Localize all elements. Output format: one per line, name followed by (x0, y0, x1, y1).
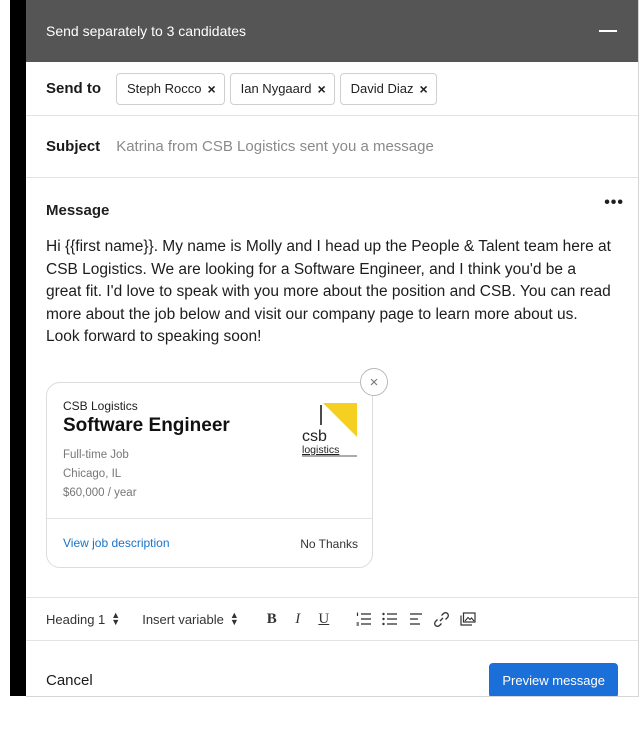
bullet-list-icon (382, 612, 397, 626)
cancel-button[interactable]: Cancel (46, 672, 93, 689)
align-left-button[interactable] (405, 608, 427, 630)
ordered-list-icon (356, 612, 371, 626)
bold-button[interactable]: B (261, 608, 283, 630)
link-icon (434, 611, 450, 627)
insert-variable-select[interactable]: Insert variable ▲ ▼ (142, 610, 239, 627)
dialog-title: Send separately to 3 candidates (46, 23, 247, 39)
underline-button[interactable]: U (313, 608, 335, 630)
dialog-header: Send separately to 3 candidates (26, 0, 638, 62)
window-edge (10, 0, 26, 696)
job-salary: $60,000 / year (63, 487, 137, 499)
company-logo: csb logistics (302, 403, 357, 457)
formatting-toolbar: Heading 1 ▲ ▼ Insert variable ▲ ▼ B I U (26, 597, 638, 641)
logo-text-bottom: logistics (302, 444, 339, 456)
preview-message-button[interactable]: Preview message (489, 662, 618, 696)
link-button[interactable] (431, 608, 453, 630)
job-type: Full-time Job (63, 449, 129, 461)
no-thanks-button[interactable]: No Thanks (300, 537, 358, 551)
remove-recipient-icon[interactable]: × (317, 81, 325, 97)
heading-select[interactable]: Heading 1 ▲ ▼ (46, 610, 121, 627)
job-card-divider (47, 518, 372, 519)
message-area: Message ••• Hi {{first name}}. My name i… (26, 178, 638, 597)
image-icon (460, 612, 476, 626)
view-job-description-link[interactable]: View job description (63, 536, 170, 550)
job-card: CSB Logistics Software Engineer Full-tim… (46, 382, 373, 568)
italic-button[interactable]: I (287, 608, 309, 630)
job-title: Software Engineer (63, 415, 230, 436)
insert-image-button[interactable] (457, 608, 479, 630)
more-options-icon[interactable]: ••• (604, 194, 624, 212)
message-label: Message (46, 202, 110, 219)
logo-text-top: csb (302, 428, 327, 445)
minus-icon (599, 30, 617, 32)
ordered-list-button[interactable] (353, 608, 375, 630)
select-arrows-icon: ▲ ▼ (111, 610, 121, 627)
send-to-label: Send to (46, 80, 101, 97)
recipient-chip[interactable]: Ian Nygaard × (229, 72, 335, 105)
heading-select-value: Heading 1 (46, 611, 106, 627)
send-to-row: Send to Steph Rocco × Ian Nygaard × Davi… (26, 62, 638, 116)
close-icon: × (369, 373, 379, 391)
recipient-chip[interactable]: Steph Rocco × (116, 72, 225, 105)
compose-dialog: Send separately to 3 candidates Send to … (26, 0, 639, 697)
subject-label: Subject (46, 138, 101, 155)
insert-variable-value: Insert variable (142, 611, 224, 627)
message-body[interactable]: Hi {{first name}}. My name is Molly and … (46, 236, 611, 349)
remove-recipient-icon[interactable]: × (207, 81, 215, 97)
recipient-name: David Diaz (350, 81, 414, 96)
align-left-icon (409, 613, 422, 625)
recipient-chips: Steph Rocco × Ian Nygaard × David Diaz × (116, 72, 442, 105)
recipient-name: Steph Rocco (127, 81, 202, 96)
job-location: Chicago, IL (63, 468, 122, 480)
minimize-button[interactable] (598, 21, 618, 41)
bullet-list-button[interactable] (379, 608, 401, 630)
subject-input[interactable] (116, 138, 537, 155)
dialog-footer: Cancel Preview message (26, 641, 638, 696)
job-company: CSB Logistics (63, 399, 138, 413)
recipient-chip[interactable]: David Diaz × (339, 72, 437, 105)
remove-recipient-icon[interactable]: × (420, 81, 428, 97)
subject-row: Subject (26, 116, 638, 178)
remove-job-card-button[interactable]: × (360, 368, 388, 396)
select-arrows-icon: ▲ ▼ (229, 610, 239, 627)
recipient-name: Ian Nygaard (240, 81, 312, 96)
